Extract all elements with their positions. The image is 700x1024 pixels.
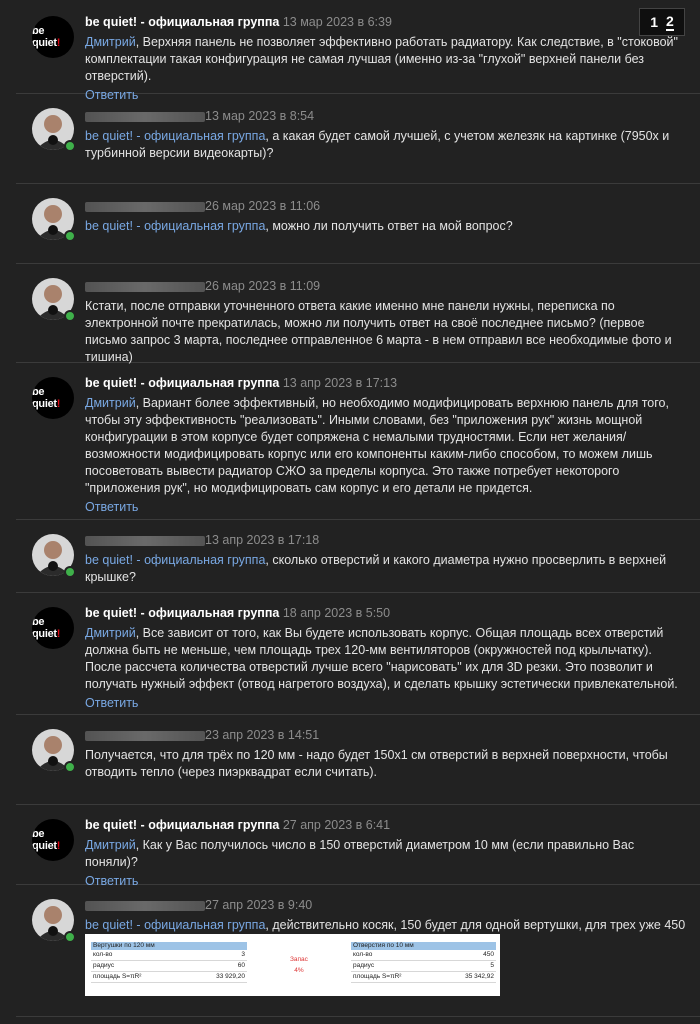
comment-date[interactable]: 13 мар 2023 в 6:39 [283,15,392,29]
be-quiet-logo: be quiet! [32,616,61,640]
mention-link[interactable]: Дмитрий [85,396,136,410]
comment-item: be quiet! be quiet! - официальная группа… [16,593,700,715]
hidden-username [85,900,205,911]
online-indicator [64,310,76,322]
comment-item: 26 мар 2023 в 11:09 Кстати, после отправ… [16,264,700,364]
mention-link[interactable]: Дмитрий [85,626,136,640]
comment-text: be quiet! - официальная группа, действит… [85,918,686,932]
pagination: 1 2 [639,8,685,36]
comment-text: be quiet! - официальная группа, а какая … [85,129,670,160]
online-indicator [64,761,76,773]
comment-text: be quiet! - официальная группа, сколько … [85,553,667,584]
reply-button[interactable]: Ответить [85,499,688,515]
table-header: Отверстия по 10 мм [351,942,496,950]
be-quiet-logo: be quiet! [32,828,61,852]
comment-author[interactable]: be quiet! - официальная группа [85,606,279,620]
mention-link[interactable]: be quiet! - официальная группа [85,129,265,143]
reply-button[interactable]: Ответить [85,695,688,711]
comment-text: Дмитрий, Как у Вас получилось число в 15… [85,838,635,869]
comment-date[interactable]: 23 апр 2023 в 14:51 [205,728,319,742]
avatar[interactable]: be quiet! [32,16,74,58]
table-right: Отверстия по 10 мм кол-во 450 радиус 5 пло… [351,942,496,983]
mention-link[interactable]: be quiet! - официальная группа [85,219,265,233]
comment-text: Дмитрий, Верхняя панель не позволяет эфф… [85,35,678,83]
hidden-username [85,201,205,212]
online-indicator [64,140,76,152]
table-row: кол-во 450 [351,950,496,961]
be-quiet-logo: be quiet! [32,25,61,49]
comments-feed: be quiet! be quiet! - официальная группа… [16,0,700,1017]
mention-link[interactable]: be quiet! - официальная группа [85,553,265,567]
comment-date[interactable]: 26 мар 2023 в 11:09 [205,279,320,293]
comment-item: be quiet! be quiet! - официальная группа… [16,363,700,520]
comment-item: 13 мар 2023 в 8:54 be quiet! - официальн… [16,94,700,184]
comment-item: 23 апр 2023 в 14:51 Получается, что для … [16,715,700,805]
comment-text: Дмитрий, Вариант более эффективный, но н… [85,396,669,495]
mention-link[interactable]: be quiet! - официальная группа [85,918,265,932]
table-row: кол-во 3 [91,950,247,961]
comment-author[interactable]: be quiet! - официальная группа [85,15,279,29]
comment-item: 26 мар 2023 в 11:06 be quiet! - официаль… [16,184,700,264]
comment-item: 13 апр 2023 в 17:18 be quiet! - официаль… [16,520,700,593]
comment-author[interactable]: be quiet! - официальная группа [85,376,279,390]
page-link[interactable]: 1 [650,14,658,30]
comment-text: Получается, что для трёх по 120 мм - над… [85,748,668,779]
online-indicator [64,566,76,578]
online-indicator [64,931,76,943]
comment-date[interactable]: 13 апр 2023 в 17:18 [205,533,319,547]
comment-date[interactable]: 13 мар 2023 в 8:54 [205,109,314,123]
hidden-username [85,535,205,546]
reserve-label: Запас 4% [290,956,308,974]
attached-image[interactable]: Вертушки по 120 мм кол-во 3 радиус 60 площ… [85,934,500,996]
comment-date[interactable]: 27 апр 2023 в 6:41 [283,818,390,832]
table-row: площадь S=πR² 33 929,20 [91,972,247,983]
hidden-username [85,730,205,741]
hidden-username [85,281,205,292]
be-quiet-logo: be quiet! [32,386,61,410]
avatar[interactable]: be quiet! [32,607,74,649]
avatar[interactable]: be quiet! [32,819,74,861]
page-current[interactable]: 2 [666,13,674,31]
comment-text: Кстати, после отправки уточненного ответ… [85,299,672,364]
comment-date[interactable]: 26 мар 2023 в 11:06 [205,199,320,213]
mention-link[interactable]: Дмитрий [85,838,136,852]
comment-date[interactable]: 27 апр 2023 в 9:40 [205,898,312,912]
comment-date[interactable]: 13 апр 2023 в 17:13 [283,376,397,390]
table-row: радиус 60 [91,961,247,972]
comment-item: be quiet! be quiet! - официальная группа… [16,805,700,888]
table-header: Вертушки по 120 мм [91,942,247,950]
hidden-username [85,111,205,122]
online-indicator [64,230,76,242]
comment-item: be quiet! be quiet! - официальная группа… [16,0,700,102]
table-row: площадь S=πR² 35 342,92 [351,972,496,983]
mention-link[interactable]: Дмитрий [85,35,136,49]
comment-author[interactable]: be quiet! - официальная группа [85,818,279,832]
table-left: Вертушки по 120 мм кол-во 3 радиус 60 площ… [91,942,247,983]
comment-text: Дмитрий, Все зависит от того, как Вы буд… [85,626,678,691]
table-row: радиус 5 [351,961,496,972]
avatar[interactable]: be quiet! [32,377,74,419]
comment-date[interactable]: 18 апр 2023 в 5:50 [283,606,390,620]
comment-text: be quiet! - официальная группа, можно ли… [85,219,513,233]
